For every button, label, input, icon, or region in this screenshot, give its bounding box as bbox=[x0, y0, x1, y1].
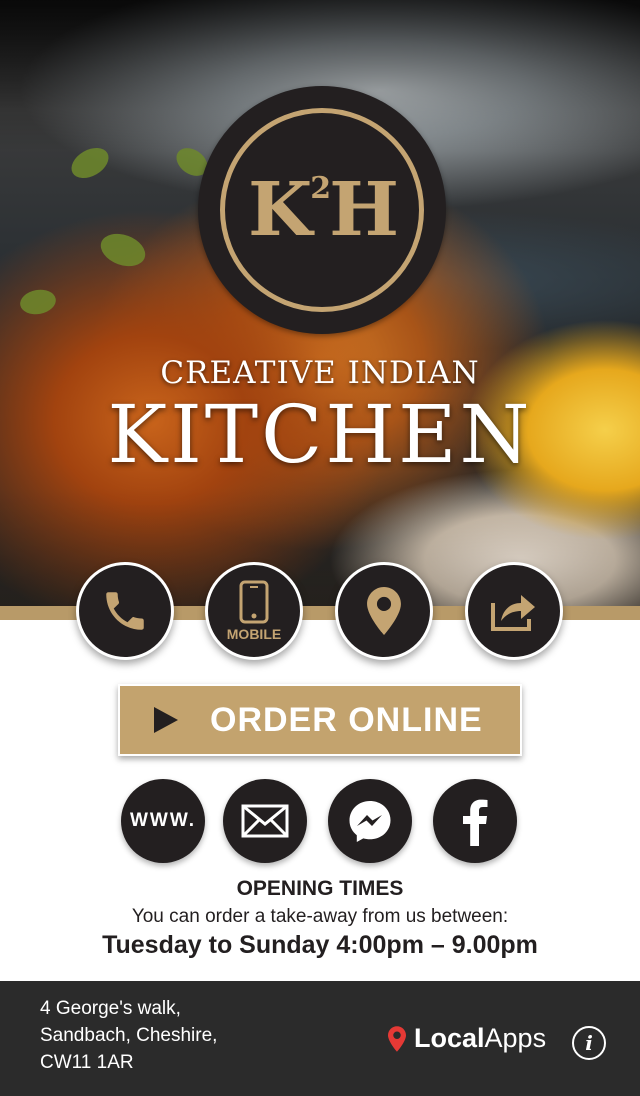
location-button[interactable] bbox=[335, 562, 433, 660]
opening-times-subtitle: You can order a take-away from us betwee… bbox=[131, 906, 509, 927]
website-label: WWW. bbox=[129, 810, 197, 831]
opening-hours: Tuesday to Sunday 4:00pm – 9.00pm bbox=[102, 931, 538, 959]
website-button[interactable]: WWW. bbox=[121, 779, 205, 863]
order-online-label: ORDER ONLINE bbox=[210, 700, 483, 739]
restaurant-tagline: CREATIVE INDIAN bbox=[160, 355, 480, 391]
facebook-icon bbox=[463, 799, 488, 846]
info-icon: i bbox=[585, 1031, 593, 1055]
messenger-button[interactable] bbox=[328, 779, 412, 863]
envelope-icon bbox=[241, 804, 289, 838]
call-button[interactable] bbox=[76, 562, 174, 660]
mobile-label: MOBILE bbox=[226, 626, 282, 642]
opening-times-title: OPENING TIMES bbox=[236, 877, 404, 900]
info-button[interactable]: i bbox=[572, 1026, 606, 1060]
brand-light: Apps bbox=[484, 1023, 547, 1053]
email-button[interactable] bbox=[223, 779, 307, 863]
address-line: 4 George's walk, bbox=[40, 998, 181, 1019]
address: 4 George's walk, Sandbach, Cheshire, CW1… bbox=[40, 995, 217, 1076]
location-pin-icon bbox=[388, 1025, 406, 1052]
play-icon bbox=[154, 707, 178, 733]
share-button[interactable] bbox=[465, 562, 563, 660]
k2h-logo: K2H bbox=[198, 86, 446, 334]
localapps-brand[interactable]: Local Apps bbox=[388, 1023, 546, 1054]
share-icon bbox=[491, 595, 535, 631]
map-pin-icon bbox=[367, 587, 401, 635]
footer: 4 George's walk, Sandbach, Cheshire, CW1… bbox=[0, 981, 640, 1096]
address-line: CW11 1AR bbox=[40, 1052, 134, 1073]
brand-bold: Local bbox=[414, 1023, 485, 1053]
messenger-icon bbox=[349, 801, 391, 842]
phone-icon bbox=[106, 592, 144, 630]
address-line: Sandbach, Cheshire, bbox=[40, 1025, 218, 1046]
facebook-button[interactable] bbox=[433, 779, 517, 863]
order-online-button[interactable]: ORDER ONLINE bbox=[118, 684, 522, 756]
restaurant-title: KITCHEN bbox=[107, 388, 533, 481]
logo-text: K2H bbox=[247, 167, 399, 253]
mobile-button[interactable]: MOBILE bbox=[205, 562, 303, 660]
mobile-phone-icon bbox=[239, 580, 269, 624]
